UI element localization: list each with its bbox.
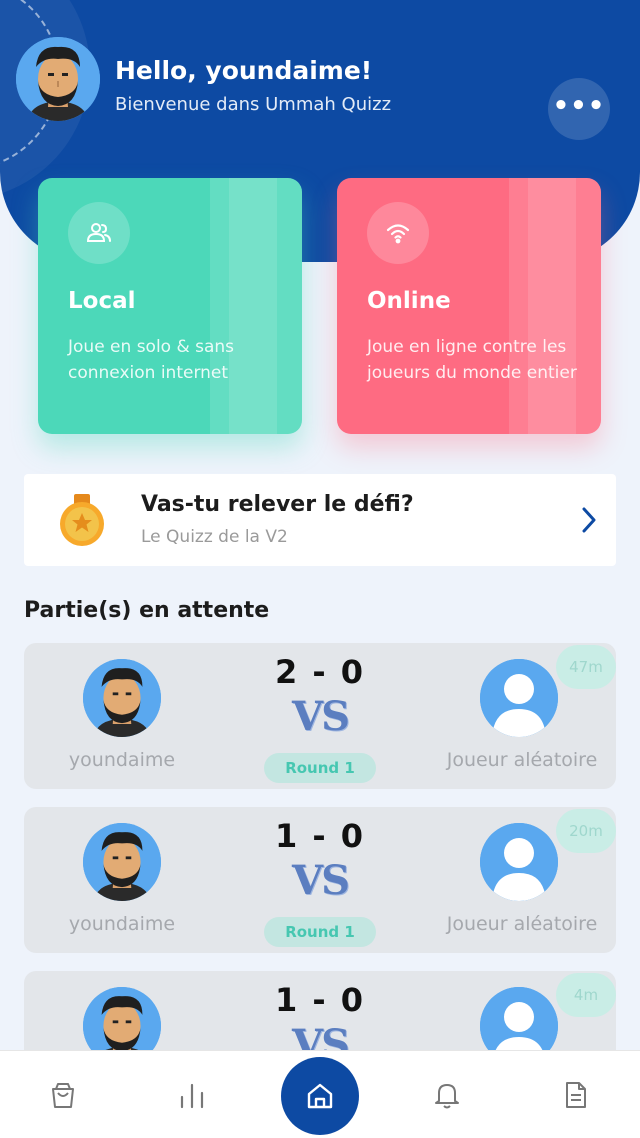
game-score: 1 - 0	[274, 981, 366, 1019]
game-score: 2 - 0	[274, 653, 366, 691]
local-title: Local	[68, 288, 136, 314]
medal-icon	[58, 494, 106, 550]
chevron-right-icon	[580, 506, 598, 538]
opponent-name: Joueur aléatoire	[446, 749, 598, 771]
game-score: 1 - 0	[274, 817, 366, 855]
local-mode-card[interactable]: Local Joue en solo & sans connexion inte…	[38, 178, 302, 434]
vs-label: VS	[292, 857, 350, 904]
welcome-subtitle: Bienvenue dans Ummah Quizz	[115, 94, 392, 115]
home-icon	[307, 1083, 333, 1109]
pending-section-title: Partie(s) en attente	[24, 598, 270, 623]
opponent-name: Joueur aléatoire	[446, 913, 598, 935]
player-avatar	[83, 823, 161, 901]
greeting-title: Hello, youndaime!	[115, 56, 373, 85]
card-stripe	[528, 178, 576, 434]
challenge-title: Vas-tu relever le défi?	[141, 492, 414, 517]
bell-icon[interactable]	[434, 1081, 460, 1113]
document-icon[interactable]	[564, 1081, 588, 1113]
pending-game-card[interactable]: youndaime 2 - 0 VS Round 1 Joueur aléatoire 4…	[24, 643, 616, 789]
time-badge: 47m	[556, 645, 616, 689]
online-description: Joue en ligne contre les joueurs du mond…	[367, 337, 577, 383]
more-options-button[interactable]: •••	[548, 78, 610, 140]
local-description: Joue en solo & sans connexion internet	[68, 337, 235, 383]
challenge-banner[interactable]: Vas-tu relever le défi? Le Quizz de la V…	[24, 474, 616, 566]
users-icon	[68, 202, 130, 264]
vs-label: VS	[292, 693, 350, 740]
opponent-avatar	[480, 659, 558, 737]
online-title: Online	[367, 288, 451, 314]
profile-avatar[interactable]	[16, 37, 100, 121]
time-badge: 20m	[556, 809, 616, 853]
wifi-icon	[367, 202, 429, 264]
card-stripe	[229, 178, 277, 434]
pending-game-card[interactable]: youndaime 1 - 0 VS Round 1 Joueur aléatoire 2…	[24, 807, 616, 953]
challenge-subtitle: Le Quizz de la V2	[141, 527, 288, 547]
player-avatar	[83, 659, 161, 737]
player-name: youndaime	[68, 749, 176, 771]
home-nav-button[interactable]	[281, 1057, 359, 1135]
player-name: youndaime	[68, 913, 176, 935]
bottom-navigation	[0, 1050, 640, 1138]
opponent-avatar	[480, 823, 558, 901]
online-mode-card[interactable]: Online Joue en ligne contre les joueurs …	[337, 178, 601, 434]
time-badge: 4m	[556, 973, 616, 1017]
round-badge: Round 1	[264, 917, 376, 947]
more-dots-icon: •••	[552, 91, 606, 121]
shop-icon[interactable]	[50, 1081, 76, 1113]
round-badge: Round 1	[264, 753, 376, 783]
stats-icon[interactable]	[178, 1081, 206, 1113]
